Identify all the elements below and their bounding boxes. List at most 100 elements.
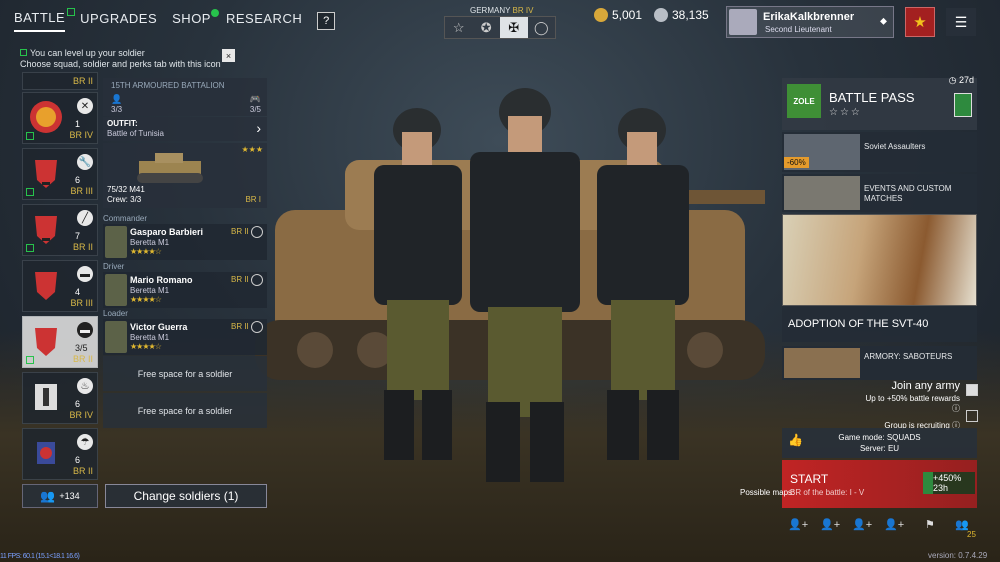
join-any-army: Join any army Up to +50% battle rewards … <box>860 380 961 431</box>
soldier-stars: ★★★★☆ <box>130 342 162 351</box>
squad-count: 7 <box>75 231 81 241</box>
army-tab-ussr-star-icon[interactable]: ✪ <box>473 17 501 38</box>
squad-card[interactable]: ✕ 1 BR IV <box>22 92 98 144</box>
squad-card[interactable]: 🔧 6 BR III <box>22 148 98 200</box>
squad-card[interactable]: ▬ 4 BR III <box>22 260 98 312</box>
soldier-br: BR II <box>231 275 249 284</box>
silver-amount: 38,135 <box>672 8 709 22</box>
reserve-count: +134 <box>59 491 80 501</box>
squad-card-selected[interactable]: ▬ 3/5 BR II <box>22 316 98 368</box>
hamburger-menu-icon[interactable]: ☰ <box>946 8 976 36</box>
crest-emblem-icon <box>37 442 55 464</box>
armory-card[interactable]: ARMORY: SABOTEURS <box>782 346 977 380</box>
squad-count: 3/5 <box>75 343 88 353</box>
add-friend-icon[interactable]: 👤+ <box>820 518 840 531</box>
reward-soldier-icon <box>954 93 972 117</box>
change-soldiers-button[interactable]: Change soldiers (1) <box>105 484 267 508</box>
profile-card[interactable]: ErikaKalkbrenner Second Lieutenant ⬥ <box>726 6 894 38</box>
level-up-notice: You can level up your soldier Choose squ… <box>20 48 238 70</box>
silver-currency[interactable]: 38,135 <box>654 8 709 22</box>
army-br: BR IV <box>512 6 534 15</box>
army-tab-germany-cross-icon[interactable]: ✠ <box>500 17 528 38</box>
vehicle-stars: ★★★ <box>241 145 263 154</box>
event-title: EVENTS AND CUSTOM MATCHES <box>864 184 952 203</box>
start-title: START <box>790 472 829 486</box>
soldier-weapon: Beretta M1 <box>130 333 170 342</box>
squad-card[interactable]: ♨ 6 BR IV <box>22 372 98 424</box>
add-friend-icon[interactable]: 👤+ <box>852 518 872 531</box>
soldier-row[interactable]: Mario Romano Beretta M1 ★★★★☆ BR II <box>103 272 267 308</box>
person-icon: 👤 <box>111 94 123 104</box>
thumbs-up-icon: 👍 <box>788 433 803 447</box>
event-title: Soviet Assaulters <box>864 142 926 151</box>
armory-title: ARMORY: SABOTEURS <box>864 352 953 361</box>
tab-shop[interactable]: SHOP <box>172 9 219 31</box>
event-card[interactable]: EVENTS AND CUSTOM MATCHES <box>782 174 977 212</box>
crew-count: 3/3 <box>111 105 123 114</box>
event-card[interactable]: Soviet Assaulters -60% <box>782 132 977 172</box>
army-label: GERMANY BR IV <box>470 6 533 15</box>
profile-name: ErikaKalkbrenner <box>763 11 855 23</box>
squad-br: BR III <box>70 186 93 196</box>
possible-maps-label[interactable]: Possible maps: <box>740 488 794 498</box>
join-army-checkbox[interactable] <box>966 384 978 396</box>
start-subtitle: BR of the battle: I - V <box>790 488 865 497</box>
squad-card[interactable]: BR II <box>22 72 98 90</box>
free-slot[interactable]: Free space for a soldier <box>103 356 267 391</box>
vehicle-card[interactable]: ★★★ 75/32 M41 Crew: 3/3 BR I <box>103 143 267 208</box>
add-friend-icon[interactable]: 👤+ <box>884 518 904 531</box>
tab-upgrades[interactable]: UPGRADES <box>80 11 157 31</box>
soldier-row[interactable]: Victor Guerra Beretta M1 ★★★★☆ BR II <box>103 319 267 355</box>
squad-count: 1 <box>75 119 81 129</box>
squad-card[interactable]: ╱ 7 BR II <box>22 204 98 256</box>
slot-count: 3/5 <box>249 105 261 114</box>
add-friend-icon[interactable]: 👤+ <box>788 518 808 531</box>
army-nation: GERMANY <box>470 6 511 15</box>
vehicle-crew: Crew: 3/3 <box>107 195 142 204</box>
game-mode: Game mode: SQUADS <box>838 433 921 442</box>
army-tab-japan-circle-icon[interactable]: ◯ <box>528 17 556 38</box>
feature-title[interactable]: ADOPTION OF THE SVT-40 <box>782 306 977 342</box>
rifle-class-icon: ╱ <box>77 210 93 226</box>
shield-emblem-icon <box>35 272 57 300</box>
army-tab-us-star-icon[interactable]: ☆ <box>445 17 473 38</box>
squad-count: 4 <box>75 287 81 297</box>
outfit-row[interactable]: OUTFIT: Battle of Tunisia › <box>103 117 267 141</box>
notification-square-icon <box>67 8 76 16</box>
recruiting-checkbox[interactable] <box>966 410 978 422</box>
top-nav: BATTLE UPGRADES SHOP RESEARCH ? <box>14 8 336 32</box>
army-selector: ☆ ✪ ✠ ◯ <box>444 16 556 39</box>
battalion-name: 15TH ARMOURED BATTALION <box>111 81 225 90</box>
battalion-header: 15TH ARMOURED BATTALION 👤 3/3 🎮 3/5 <box>103 78 267 116</box>
tab-research[interactable]: RESEARCH <box>226 11 302 31</box>
achievements-star-icon[interactable]: ★ <box>905 7 935 37</box>
battle-pass-days: ◷ 27d <box>949 75 974 86</box>
gold-currency[interactable]: 5,001 <box>594 8 642 22</box>
battle-pass-card[interactable]: ZOLE BATTLE PASS ☆☆☆ ◷ 27d <box>782 75 977 130</box>
tab-battle[interactable]: BATTLE <box>14 8 76 32</box>
squad-card[interactable]: ☂ 6 BR II <box>22 428 98 480</box>
vehicle-class-icon: ▬ <box>77 266 93 282</box>
help-button[interactable]: ? <box>317 12 336 30</box>
battle-pass-title: BATTLE PASS <box>829 90 915 105</box>
start-button[interactable]: START BR of the battle: I - V +450% 23h <box>782 460 977 508</box>
profile-rank: Second Lieutenant <box>765 25 832 34</box>
xp-boost-badge: +450% 23h <box>923 472 975 494</box>
flame-emblem-icon <box>35 384 57 410</box>
notice-close-button[interactable]: × <box>222 49 235 62</box>
squad-br: BR II <box>72 76 93 86</box>
soldier-stars: ★★★★☆ <box>130 295 162 304</box>
reserve-button[interactable]: 👥 +134 <box>22 484 98 508</box>
squad-br: BR II <box>72 466 93 476</box>
party-count: 25 <box>967 530 976 539</box>
role-label: Driver <box>103 262 125 271</box>
discount-badge: -60% <box>784 157 809 168</box>
free-slot[interactable]: Free space for a soldier <box>103 393 267 428</box>
feature-artwork[interactable] <box>782 214 977 306</box>
battle-pass-days-value: 27d <box>958 75 974 85</box>
gamepad-icon <box>251 321 263 333</box>
tank-icon <box>137 153 203 183</box>
soldier-row[interactable]: Gasparo Barbieri Beretta M1 ★★★★☆ BR II <box>103 224 267 260</box>
game-mode-panel[interactable]: 👍 Game mode: SQUADS Server: EU <box>782 428 977 458</box>
flag-icon[interactable]: ⚑ <box>925 518 935 531</box>
